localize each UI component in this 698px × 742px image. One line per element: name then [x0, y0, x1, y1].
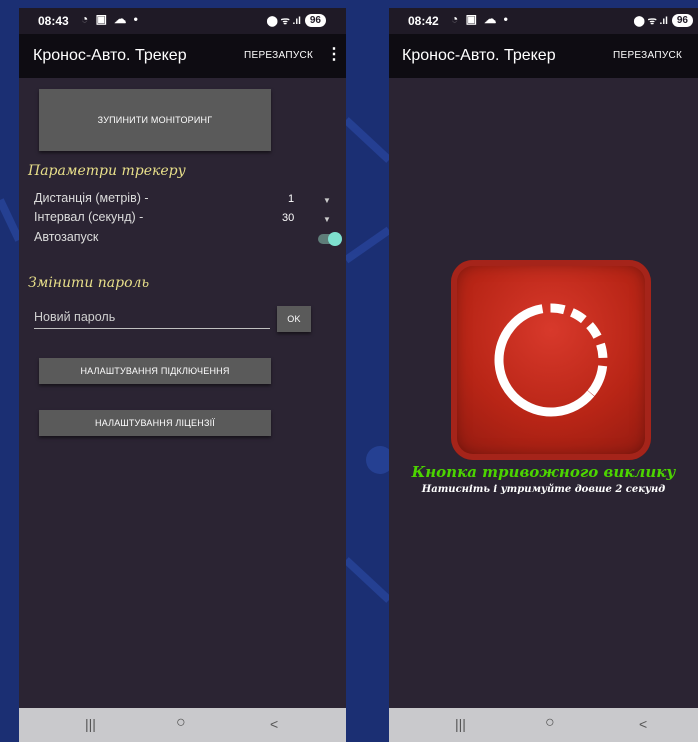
restart-button[interactable]: ПЕРЕЗАПУСК: [244, 50, 313, 61]
status-time: 08:43: [38, 14, 69, 28]
back-button[interactable]: <: [270, 716, 278, 732]
autostart-label: Автозапуск: [34, 230, 99, 244]
change-password-title: Змінити пароль: [28, 275, 150, 291]
left-phone-screen: 08:43 ◔ ▣ ☁ • ⬤ ᯤ .ıl 96 Кронос-Авто. Тр…: [19, 8, 346, 742]
status-right: ⬤ ᯤ .ıl 96: [634, 13, 693, 27]
interval-label: Інтервал (секунд) -: [34, 210, 144, 224]
status-right: ⬤ ᯤ .ıl 96: [267, 13, 326, 27]
alarm-title: Кнопка тривожного виклику: [411, 463, 676, 481]
license-settings-button[interactable]: НАЛАШТУВАННЯ ЛІЦЕНЗІЇ: [39, 410, 271, 436]
right-phone-screen: 08:42 ◔ ▣ ☁ • ⬤ ᯤ .ıl 96 Кронос-Авто. Тр…: [389, 8, 698, 742]
distance-value: 1: [288, 193, 295, 205]
signal-icons: ⬤ ᯤ .ıl: [266, 16, 301, 27]
loading-ring-icon: [494, 303, 608, 417]
chevron-down-icon: ▼: [323, 196, 331, 205]
stop-monitoring-button[interactable]: ЗУПИНИТИ МОНІТОРИНГ: [39, 89, 271, 151]
connection-settings-button[interactable]: НАЛАШТУВАННЯ ПІДКЛЮЧЕННЯ: [39, 358, 271, 384]
app-bar: Кронос-Авто. Трекер ПЕРЕЗАПУСК ⋮: [19, 34, 346, 78]
ok-button[interactable]: OK: [277, 306, 311, 332]
battery-icon: 96: [671, 13, 693, 27]
nav-bar: ||| ○ <: [19, 708, 346, 742]
recent-apps-button[interactable]: |||: [455, 716, 466, 732]
chevron-down-icon: ▼: [323, 215, 331, 224]
app-title: Кронос-Авто. Трекер: [33, 47, 187, 64]
toggle-knob: [328, 232, 342, 246]
new-password-field[interactable]: Новий пароль: [34, 310, 270, 329]
battery-icon: 96: [304, 13, 326, 27]
status-bar: 08:42 ◔ ▣ ☁ • ⬤ ᯤ .ıl 96: [389, 8, 698, 34]
alarm-button[interactable]: [451, 260, 651, 460]
notification-icons: ◔ ▣ ☁ •: [451, 12, 510, 26]
home-button[interactable]: ○: [545, 714, 555, 732]
status-time: 08:42: [408, 14, 439, 28]
more-menu-icon[interactable]: ⋮: [692, 44, 698, 64]
recent-apps-button[interactable]: |||: [85, 716, 96, 732]
alarm-subtitle: Натисніть і утримуйте довше 2 секунд: [421, 484, 666, 495]
signal-icons: ⬤ ᯤ .ıl: [633, 16, 668, 27]
home-button[interactable]: ○: [176, 714, 186, 732]
app-bar: Кронос-Авто. Трекер ПЕРЕЗАПУСК ⋮: [389, 34, 698, 78]
more-menu-icon[interactable]: ⋮: [326, 44, 342, 64]
status-bar: 08:43 ◔ ▣ ☁ • ⬤ ᯤ .ıl 96: [19, 8, 346, 34]
restart-button[interactable]: ПЕРЕЗАПУСК: [613, 50, 682, 61]
interval-value: 30: [282, 212, 295, 224]
notification-icons: ◔ ▣ ☁ •: [81, 12, 140, 26]
back-button[interactable]: <: [639, 716, 647, 732]
app-title: Кронос-Авто. Трекер: [402, 47, 556, 64]
distance-label: Дистанція (метрів) -: [34, 191, 149, 205]
tracker-params-title: Параметри трекеру: [28, 163, 186, 179]
nav-bar: ||| ○ <: [389, 708, 698, 742]
